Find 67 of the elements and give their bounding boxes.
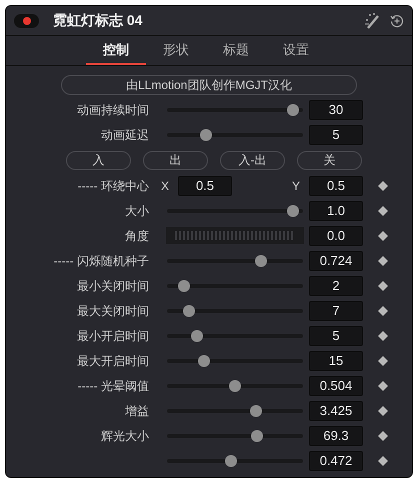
value-field[interactable]: 1.0 bbox=[309, 200, 363, 220]
parameter-label: 大小 bbox=[125, 202, 149, 220]
value-field[interactable]: 7 bbox=[309, 300, 363, 320]
mode-button[interactable]: 出 bbox=[143, 150, 208, 170]
value-field[interactable]: 0.472 bbox=[309, 450, 363, 470]
keyframe-diamond-icon[interactable] bbox=[378, 356, 388, 366]
keyframe-diamond-icon[interactable] bbox=[378, 430, 388, 440]
tab[interactable]: 标题 bbox=[206, 36, 266, 65]
keyframe-diamond-icon[interactable] bbox=[378, 380, 388, 390]
magic-wand-icon[interactable] bbox=[364, 12, 382, 30]
mode-button[interactable]: 入-出 bbox=[220, 150, 285, 170]
keyframe-diamond-icon[interactable] bbox=[378, 180, 388, 190]
parameter-label: ----- 环绕中心 bbox=[78, 178, 149, 194]
slider-thumb[interactable] bbox=[250, 404, 262, 416]
slider-thumb[interactable] bbox=[251, 430, 264, 442]
slider-thumb[interactable] bbox=[190, 330, 203, 342]
value-field[interactable]: 30 bbox=[309, 100, 363, 120]
value-field[interactable]: 3.425 bbox=[309, 400, 363, 420]
value-field[interactable]: 0.724 bbox=[309, 250, 363, 270]
value-field[interactable]: 0.0 bbox=[309, 226, 363, 246]
slider-thumb[interactable] bbox=[198, 354, 210, 366]
credit-button[interactable]: 由LLmotion团队创作MGJT汉化 bbox=[61, 75, 357, 95]
parameter-label: 动画延迟 bbox=[101, 126, 149, 144]
keyframe-diamond-icon[interactable] bbox=[378, 206, 388, 216]
value-field[interactable]: 0.504 bbox=[309, 376, 363, 396]
x-label: X bbox=[161, 178, 170, 194]
keyframe-diamond-icon[interactable] bbox=[378, 230, 388, 240]
keyframe-diamond-icon[interactable] bbox=[378, 256, 388, 266]
keyframe-diamond-icon[interactable] bbox=[378, 330, 388, 340]
slider-thumb[interactable] bbox=[183, 304, 196, 316]
value-field[interactable]: 0.5 bbox=[309, 176, 363, 196]
tab[interactable]: 形状 bbox=[146, 36, 206, 65]
slider-thumb[interactable] bbox=[287, 104, 300, 116]
slider-thumb[interactable] bbox=[178, 280, 190, 292]
value-field[interactable]: 5 bbox=[309, 326, 363, 346]
parameter-label: 最大关闭时间 bbox=[77, 302, 149, 320]
tab[interactable]: 控制 bbox=[86, 36, 146, 65]
slider-thumb[interactable] bbox=[229, 380, 241, 392]
window-title: 霓虹灯标志 04 bbox=[53, 11, 142, 30]
parameter-label: 辉光大小 bbox=[101, 428, 149, 444]
value-field[interactable]: 5 bbox=[309, 124, 363, 144]
slider-thumb[interactable] bbox=[225, 454, 238, 466]
keyframe-diamond-icon[interactable] bbox=[378, 406, 388, 416]
parameter-label: ----- 闪烁随机种子 bbox=[54, 252, 149, 270]
slider-thumb[interactable] bbox=[255, 254, 268, 266]
value-field[interactable]: 2 bbox=[309, 276, 363, 296]
parameter-label: 最小关闭时间 bbox=[77, 278, 149, 294]
keyframe-diamond-icon[interactable] bbox=[378, 456, 388, 466]
mode-button[interactable]: 入 bbox=[66, 150, 131, 170]
mode-button[interactable]: 关 bbox=[297, 150, 362, 170]
enable-toggle[interactable] bbox=[14, 14, 39, 28]
y-label: Y bbox=[292, 178, 300, 194]
slider-thumb[interactable] bbox=[287, 204, 300, 216]
parameter-label: 最大开启时间 bbox=[77, 352, 149, 370]
parameter-label: 最小开启时间 bbox=[77, 328, 149, 344]
parameter-label: 增益 bbox=[125, 402, 149, 420]
parameter-label: ----- 光晕阈值 bbox=[78, 378, 149, 394]
parameter-label: 角度 bbox=[125, 228, 149, 244]
tab[interactable]: 设置 bbox=[266, 36, 326, 65]
keyframe-diamond-icon[interactable] bbox=[378, 280, 388, 290]
keyframe-diamond-icon[interactable] bbox=[378, 306, 388, 316]
reset-icon[interactable] bbox=[390, 14, 404, 28]
slider-thumb[interactable] bbox=[200, 128, 212, 140]
value-field[interactable]: 0.5 bbox=[178, 176, 232, 196]
value-field[interactable]: 15 bbox=[309, 350, 363, 370]
value-field[interactable]: 69.3 bbox=[309, 426, 363, 446]
parameter-label: 动画持续时间 bbox=[77, 102, 149, 118]
